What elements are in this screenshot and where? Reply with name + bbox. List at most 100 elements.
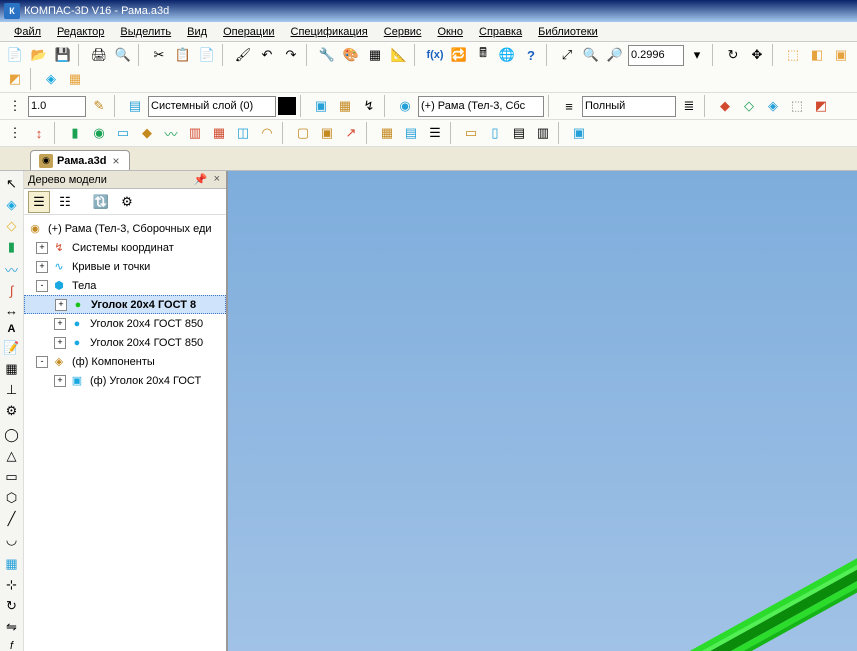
lt-surf-icon[interactable]: 〰 <box>2 259 22 279</box>
displaymode-combo[interactable] <box>582 96 676 117</box>
op-sweep-icon[interactable]: 〰 <box>160 122 182 144</box>
fx-icon[interactable]: f(x) <box>424 44 446 66</box>
op-sheet4-icon[interactable]: ▥ <box>532 122 554 144</box>
model-tool2-icon[interactable]: ◇ <box>738 95 760 117</box>
menu-spec[interactable]: Спецификация <box>283 24 376 40</box>
cube-icon[interactable]: ▦ <box>364 44 386 66</box>
op-sheet3-icon[interactable]: ▤ <box>508 122 530 144</box>
menu-select[interactable]: Выделить <box>112 24 179 40</box>
shade-solid-icon[interactable]: ◧ <box>806 44 828 66</box>
lt-draw3-icon[interactable]: ▭ <box>2 468 22 486</box>
lt-curve-icon[interactable]: ∫ <box>2 282 22 299</box>
globe-icon[interactable]: 🌐 <box>496 44 518 66</box>
op-sheet2-icon[interactable]: ▯ <box>484 122 506 144</box>
op-axis-icon[interactable]: ↕ <box>28 122 50 144</box>
assembly-icon[interactable]: ▦ <box>334 95 356 117</box>
op-extrude-icon[interactable]: ▮ <box>64 122 86 144</box>
cut-icon[interactable]: ✂ <box>148 44 170 66</box>
scale-combo[interactable] <box>28 96 86 117</box>
op-pattern2-icon[interactable]: ▦ <box>208 122 230 144</box>
brush-icon[interactable]: 🖌 <box>232 44 254 66</box>
panel-close-icon[interactable]: × <box>212 173 222 186</box>
tool-icon[interactable]: 🔧 <box>316 44 338 66</box>
document-tab[interactable]: ◉ Рама.a3d × <box>30 150 130 170</box>
model-tool3-icon[interactable]: ◈ <box>762 95 784 117</box>
pan-icon[interactable]: ✥ <box>746 44 768 66</box>
lt-draw4-icon[interactable]: ⬡ <box>2 489 22 507</box>
model-tool1-icon[interactable]: ◆ <box>714 95 736 117</box>
component-combo[interactable] <box>418 96 544 117</box>
lt-param-icon[interactable]: ⚙ <box>2 402 22 420</box>
undo-icon[interactable]: ↶ <box>256 44 278 66</box>
zoom-fit-icon[interactable]: ⤢ <box>556 44 578 66</box>
dropdown-icon[interactable]: ▾ <box>686 44 708 66</box>
print-icon[interactable]: 🖨 <box>88 44 110 66</box>
lt-draw2-icon[interactable]: △ <box>2 447 22 465</box>
zoom-in-icon[interactable]: 🔍 <box>580 44 602 66</box>
op-list-icon[interactable]: ☰ <box>424 122 446 144</box>
color-swatch[interactable] <box>278 97 296 115</box>
op-sheet1-icon[interactable]: ▭ <box>460 122 482 144</box>
lt-snap-icon[interactable]: ⊹ <box>2 576 22 594</box>
lt-table-icon[interactable]: ▦ <box>2 360 22 378</box>
menu-help[interactable]: Справка <box>471 24 530 40</box>
lt-draw1-icon[interactable]: ◯ <box>2 426 22 444</box>
tree-refresh-icon[interactable]: 🔃 <box>90 191 112 213</box>
lt-note-icon[interactable]: 📝 <box>2 339 22 357</box>
expand-icon[interactable]: + <box>54 337 66 349</box>
layer-stack-icon[interactable]: ▤ <box>124 95 146 117</box>
redo-icon[interactable]: ↷ <box>280 44 302 66</box>
csys-icon[interactable]: ↯ <box>358 95 380 117</box>
rotate-icon[interactable]: ↻ <box>722 44 744 66</box>
lt-mirror-icon[interactable]: ⇋ <box>2 618 22 636</box>
op-revolve-icon[interactable]: ◉ <box>88 122 110 144</box>
op-fillet-icon[interactable]: ◠ <box>256 122 278 144</box>
menu-window[interactable]: Окно <box>429 24 471 40</box>
collapse-icon[interactable]: - <box>36 356 48 368</box>
filter-icon[interactable]: ≣ <box>678 95 700 117</box>
lt-line-icon[interactable]: ╱ <box>2 510 22 528</box>
op-box2-icon[interactable]: ▣ <box>316 122 338 144</box>
tree-node-curves[interactable]: + ∿ Кривые и точки <box>24 257 226 276</box>
menu-edit[interactable]: Редактор <box>49 24 112 40</box>
op-grid2-icon[interactable]: ▤ <box>400 122 422 144</box>
op-arrow-icon[interactable]: ↗ <box>340 122 362 144</box>
tree-node-components[interactable]: - ◈ (ф) Компоненты <box>24 352 226 371</box>
tree-node-body-1[interactable]: + ● Уголок 20x4 ГОСТ 8 <box>24 295 226 314</box>
part-icon[interactable]: ▣ <box>310 95 332 117</box>
lt-plane-icon[interactable]: ◇ <box>2 217 22 235</box>
op-grid1-icon[interactable]: ▦ <box>376 122 398 144</box>
op-last-icon[interactable]: ▣ <box>568 122 590 144</box>
tree-node-component-1[interactable]: + ▣ (ф) Уголок 20x4 ГОСТ <box>24 371 226 390</box>
tree-node-body-2[interactable]: + ● Уголок 20x4 ГОСТ 850 <box>24 314 226 333</box>
shade-hidden-icon[interactable]: ▣ <box>830 44 852 66</box>
op-cut-icon[interactable]: ▭ <box>112 122 134 144</box>
tree-root[interactable]: ◉ (+) Рама (Тел-3, Сборочных еди <box>24 219 226 238</box>
lt-text-icon[interactable]: A <box>2 322 22 336</box>
menu-view[interactable]: Вид <box>179 24 215 40</box>
lt-body-icon[interactable]: ▮ <box>2 238 22 256</box>
lt-cursor-icon[interactable]: ↖ <box>2 175 22 193</box>
help-icon[interactable]: ? <box>520 44 542 66</box>
shade-gray-icon[interactable]: ◩ <box>4 68 26 90</box>
model-tool5-icon[interactable]: ◩ <box>810 95 832 117</box>
expand-icon[interactable]: + <box>54 375 66 387</box>
open-icon[interactable]: 📂 <box>28 44 50 66</box>
layer-tool-icon[interactable]: ✎ <box>88 95 110 117</box>
op-box1-icon[interactable]: ▢ <box>292 122 314 144</box>
persp-icon[interactable]: ◈ <box>40 68 62 90</box>
displaymode-icon[interactable]: ≡ <box>558 95 580 117</box>
tab-close-icon[interactable]: × <box>110 154 121 168</box>
zoom-out-icon[interactable]: 🔎 <box>604 44 626 66</box>
lt-const-icon[interactable]: ⊥ <box>2 381 22 399</box>
tree-mode2-icon[interactable]: ☷ <box>54 191 76 213</box>
copy-icon[interactable]: 📋 <box>172 44 194 66</box>
viewport-3d[interactable] <box>228 171 857 651</box>
section-icon[interactable]: ▦ <box>64 68 86 90</box>
tree-mode1-icon[interactable]: ☰ <box>28 191 50 213</box>
zoom-input[interactable] <box>628 45 684 66</box>
menu-service[interactable]: Сервис <box>376 24 430 40</box>
rebuild-icon[interactable]: 🔁 <box>448 44 470 66</box>
lt-arc-icon[interactable]: ◡ <box>2 531 22 549</box>
new-icon[interactable]: 📄 <box>4 44 26 66</box>
